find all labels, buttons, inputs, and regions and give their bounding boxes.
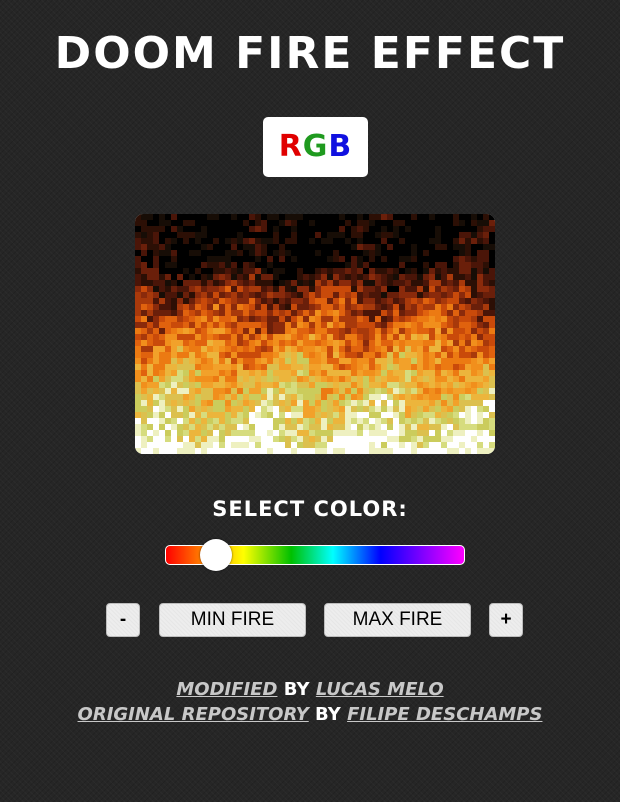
filipe-deschamps-link[interactable]: FILIPE DESCHAMPS	[347, 704, 542, 725]
rgb-letter-r: R	[278, 129, 303, 164]
fire-canvas	[135, 214, 495, 454]
rgb-letter-g: G	[302, 129, 329, 164]
modified-link[interactable]: MODIFIED	[176, 679, 277, 700]
credits-by-text: BY	[283, 679, 310, 700]
color-slider-thumb[interactable]	[200, 539, 232, 571]
credits-line-modified: MODIFIED BY LUCAS MELO	[0, 677, 620, 703]
rgb-letter-b: B	[328, 129, 353, 164]
original-repository-link[interactable]: ORIGINAL REPOSITORY	[78, 704, 309, 725]
max-fire-button[interactable]: MAX FIRE	[324, 603, 471, 637]
decrease-fire-button[interactable]: -	[106, 603, 140, 637]
select-color-label: SELECT COLOR:	[212, 497, 408, 521]
increase-fire-button[interactable]: +	[489, 603, 523, 637]
min-fire-button[interactable]: MIN FIRE	[159, 603, 306, 637]
lucas-melo-link[interactable]: LUCAS MELO	[316, 679, 444, 700]
credits-by-text: BY	[315, 704, 341, 725]
credits-line-original: ORIGINAL REPOSITORY BY FILIPE DESCHAMPS	[0, 702, 620, 728]
rgb-toggle-button[interactable]: RGB	[263, 117, 368, 177]
page-title: DOOM FIRE EFFECT	[54, 28, 566, 79]
